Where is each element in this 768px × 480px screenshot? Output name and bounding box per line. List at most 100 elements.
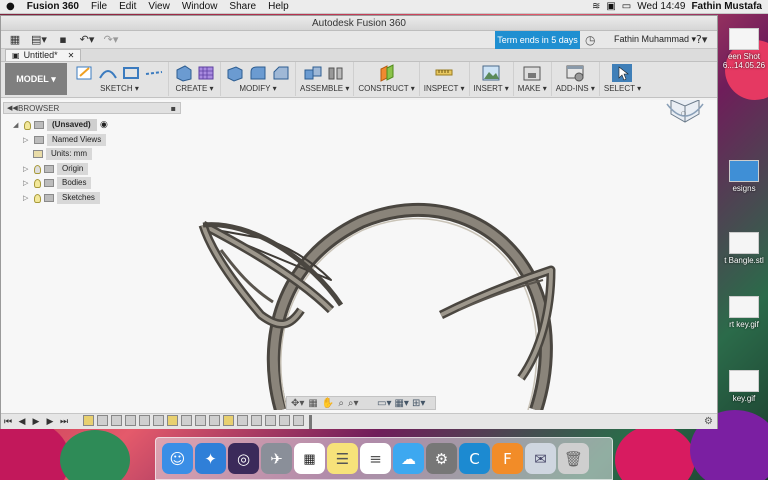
arc-icon[interactable] — [98, 64, 118, 82]
rectangle-icon[interactable] — [121, 64, 141, 82]
browser-node-bodies[interactable]: ▷ Bodies — [23, 177, 92, 189]
extrude-icon[interactable] — [173, 64, 193, 82]
apple-icon[interactable]: ● — [0, 1, 21, 12]
browser-node-origin[interactable]: ▷ Origin — [23, 163, 89, 175]
desktop-file[interactable]: key.gif — [720, 370, 768, 403]
file-icon[interactable]: ▤▾ — [29, 33, 49, 47]
messages-icon[interactable]: ☁ — [393, 443, 424, 474]
select-icon[interactable] — [612, 64, 633, 82]
save-icon[interactable]: ▪ — [53, 33, 73, 47]
modify-group[interactable]: MODIFY ▾ — [221, 62, 296, 96]
menu-view[interactable]: View — [142, 1, 176, 12]
scripts-icon[interactable] — [565, 64, 585, 82]
assemble-group[interactable]: ASSEMBLE ▾ — [296, 62, 355, 96]
menu-help[interactable]: Help — [262, 1, 295, 12]
undo-icon[interactable]: ↶▾ — [77, 33, 97, 47]
wifi-icon[interactable]: ≋ — [592, 1, 600, 12]
fusion360-icon[interactable]: F — [492, 443, 523, 474]
activate-radio-icon[interactable]: ◉ — [100, 120, 108, 130]
timeline-feature[interactable] — [167, 414, 178, 426]
step-back-icon[interactable]: ◀ — [15, 417, 29, 427]
viewports-icon[interactable]: ⊞▾ — [412, 398, 425, 409]
desktop-file[interactable]: rt key.gif — [720, 296, 768, 329]
redo-icon[interactable]: ↷▾ — [101, 33, 121, 47]
system-preferences-icon[interactable]: ⚙ — [426, 443, 457, 474]
visibility-bulb-icon[interactable] — [24, 120, 31, 130]
battery-icon[interactable]: ▭ — [622, 1, 631, 12]
calendar-icon[interactable]: ▦ — [294, 443, 325, 474]
display-settings-icon[interactable]: ▭▾ — [377, 398, 391, 409]
construct-group[interactable]: CONSTRUCT ▾ — [354, 62, 420, 96]
3d-print-icon[interactable] — [522, 64, 542, 82]
look-at-icon[interactable]: ▦ — [308, 398, 317, 409]
step-forward-icon[interactable]: ▶ — [43, 417, 57, 427]
new-component-icon[interactable] — [303, 64, 323, 82]
cura-icon[interactable]: C — [459, 443, 490, 474]
measure-icon[interactable] — [434, 64, 454, 82]
timeline-feature[interactable] — [209, 414, 220, 426]
desktop-file[interactable]: t Bangle.stl — [720, 232, 768, 265]
menu-window[interactable]: Window — [176, 1, 224, 12]
grid-apps-icon[interactable]: ▦ — [5, 33, 25, 47]
timeline-feature[interactable] — [279, 414, 290, 426]
siri-icon[interactable]: ◎ — [228, 443, 259, 474]
safari-icon[interactable]: ✦ — [195, 443, 226, 474]
timeline-feature[interactable] — [97, 414, 108, 426]
account-menu[interactable]: Fathin Muhammad ▾ — [614, 34, 696, 45]
help-icon[interactable]: ?▾ — [696, 33, 707, 46]
notes-icon[interactable]: ☰ — [327, 443, 358, 474]
timeline-marker[interactable] — [309, 414, 312, 429]
term-badge[interactable]: Term ends in 5 days — [495, 31, 580, 49]
view-cube[interactable]: ▢ — [661, 100, 707, 128]
trash-icon[interactable]: 🗑 — [558, 443, 589, 474]
pan-icon[interactable]: ✋ — [322, 398, 334, 409]
addins-group[interactable]: ADD-INS ▾ — [552, 62, 600, 96]
timeline-feature[interactable] — [237, 414, 248, 426]
headband-model[interactable] — [191, 110, 571, 410]
menu-file[interactable]: File — [85, 1, 113, 12]
timeline-feature[interactable] — [111, 414, 122, 426]
press-pull-icon[interactable] — [225, 64, 245, 82]
visibility-bulb-icon[interactable] — [34, 178, 41, 188]
timeline-feature[interactable] — [153, 414, 164, 426]
zoom-icon[interactable]: ⌕ — [338, 398, 344, 409]
play-icon[interactable]: ▶ — [29, 417, 43, 427]
browser-node-sketches[interactable]: ▷ Sketches — [23, 192, 100, 204]
sketch-icon[interactable] — [75, 64, 95, 82]
joint-icon[interactable] — [326, 64, 346, 82]
browser-root[interactable]: ◢ (Unsaved) ◉ — [13, 119, 108, 131]
inspect-group[interactable]: INSPECT ▾ — [420, 62, 470, 96]
job-status-icon[interactable]: ◷ — [585, 33, 595, 47]
menubar-user[interactable]: Fathin Mustafa — [691, 1, 762, 12]
offset-plane-icon[interactable] — [377, 64, 397, 82]
design-canvas[interactable]: ◀◀ BROWSER ▪ ◢ (Unsaved) ◉ ▷ Named Views… — [1, 100, 717, 413]
timeline-feature[interactable] — [181, 414, 192, 426]
collapse-panel-icon[interactable]: ◀◀ — [7, 103, 18, 114]
document-tab[interactable]: ▣ Untitled* ✕ — [5, 49, 82, 61]
insert-image-icon[interactable] — [481, 64, 501, 82]
mail-download-icon[interactable]: ✉ — [525, 443, 556, 474]
visibility-bulb-icon[interactable] — [34, 193, 41, 203]
browser-node-named-views[interactable]: ▷ Named Views — [23, 134, 107, 146]
create-group[interactable]: CREATE ▾ — [169, 62, 221, 96]
menubar-clock[interactable]: Wed 14:49 — [637, 1, 685, 12]
insert-group[interactable]: INSERT ▾ — [470, 62, 514, 96]
keyboard-flag-icon[interactable]: ▣ — [606, 1, 615, 12]
timeline-feature[interactable] — [195, 414, 206, 426]
line-icon[interactable] — [144, 64, 164, 82]
expand-icon[interactable]: ▷ — [23, 194, 31, 202]
timeline-feature[interactable] — [83, 414, 94, 426]
timeline-feature[interactable] — [293, 414, 304, 426]
timeline-feature[interactable] — [251, 414, 262, 426]
timeline-settings-icon[interactable]: ⚙ — [704, 416, 713, 427]
orbit-icon[interactable]: ✥▾ — [291, 398, 304, 409]
app-menu[interactable]: Fusion 360 — [21, 1, 85, 12]
select-group[interactable]: SELECT ▾ — [600, 62, 645, 96]
fillet-icon[interactable] — [248, 64, 268, 82]
expand-icon[interactable]: ▷ — [23, 165, 31, 173]
go-to-end-icon[interactable]: ⏭ — [57, 417, 71, 427]
browser-panel-header[interactable]: ◀◀ BROWSER ▪ — [3, 102, 181, 114]
timeline-feature[interactable] — [139, 414, 150, 426]
menu-edit[interactable]: Edit — [113, 1, 142, 12]
workspace-switcher[interactable]: MODEL ▾ — [5, 63, 67, 95]
